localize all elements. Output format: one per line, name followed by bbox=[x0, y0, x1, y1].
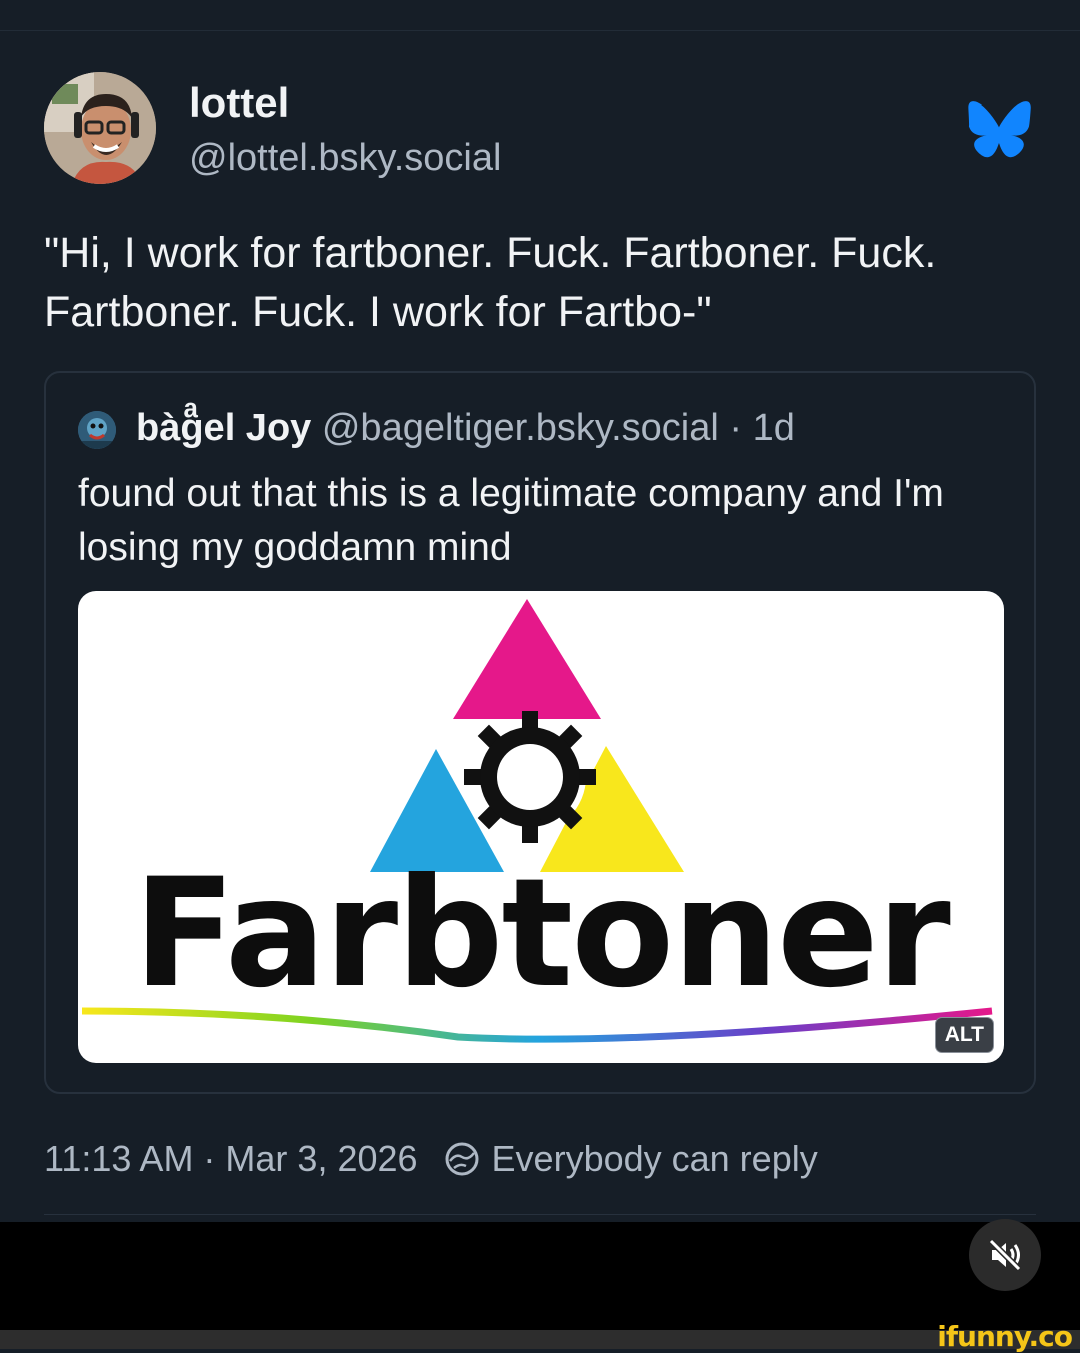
post-footer: 11:13 AM · Mar 3, 2026 Everybody can rep… bbox=[44, 1138, 818, 1180]
author-avatar[interactable] bbox=[44, 72, 156, 184]
quoted-author-handle[interactable]: @bageltiger.bsky.social bbox=[322, 407, 719, 449]
watermark-strip bbox=[0, 1330, 1080, 1349]
quoted-post[interactable]: bàgͣel Joy @bageltiger.bsky.social · 1d… bbox=[44, 371, 1036, 1094]
avatar-image bbox=[44, 72, 156, 184]
post-card: lottel @lottel.bsky.social "Hi, I work f… bbox=[0, 0, 1080, 1222]
logo-wordmark: Farbtoner bbox=[133, 847, 951, 1021]
magenta-triangle bbox=[453, 599, 601, 719]
speaker-muted-icon bbox=[988, 1238, 1022, 1272]
quoted-post-age: · 1d bbox=[729, 407, 795, 449]
post-text: "Hi, I work for fartboner. Fuck. Fartbon… bbox=[44, 229, 937, 336]
quoted-author-name[interactable]: bàgͣel Joy bbox=[136, 407, 311, 449]
video-controls-bar bbox=[0, 1222, 1080, 1330]
gear-icon bbox=[464, 711, 596, 843]
quoted-avatar-image bbox=[78, 411, 116, 449]
quoted-author-avatar[interactable] bbox=[78, 411, 116, 449]
quoted-post-header: bàgͣel Joy @bageltiger.bsky.social · 1d bbox=[136, 407, 795, 450]
alt-text-badge[interactable]: ALT bbox=[934, 1017, 994, 1053]
bluesky-butterfly-icon bbox=[968, 101, 1031, 158]
quoted-post-text: found out that this is a legitimate comp… bbox=[78, 472, 944, 569]
post-timestamp[interactable]: 11:13 AM · Mar 3, 2026 bbox=[44, 1138, 418, 1179]
reply-setting-label[interactable]: Everybody can reply bbox=[492, 1138, 818, 1179]
ifunny-watermark: ifunny.co bbox=[937, 1320, 1073, 1353]
mute-toggle-button[interactable] bbox=[969, 1219, 1041, 1291]
quoted-post-image[interactable]: Farbtoner ALT bbox=[78, 591, 1004, 1063]
author-handle[interactable]: @lottel.bsky.social bbox=[189, 137, 501, 180]
reply-settings-icon bbox=[445, 1142, 479, 1176]
bottom-divider bbox=[44, 1214, 1036, 1215]
author-name[interactable]: lottel bbox=[189, 79, 289, 127]
